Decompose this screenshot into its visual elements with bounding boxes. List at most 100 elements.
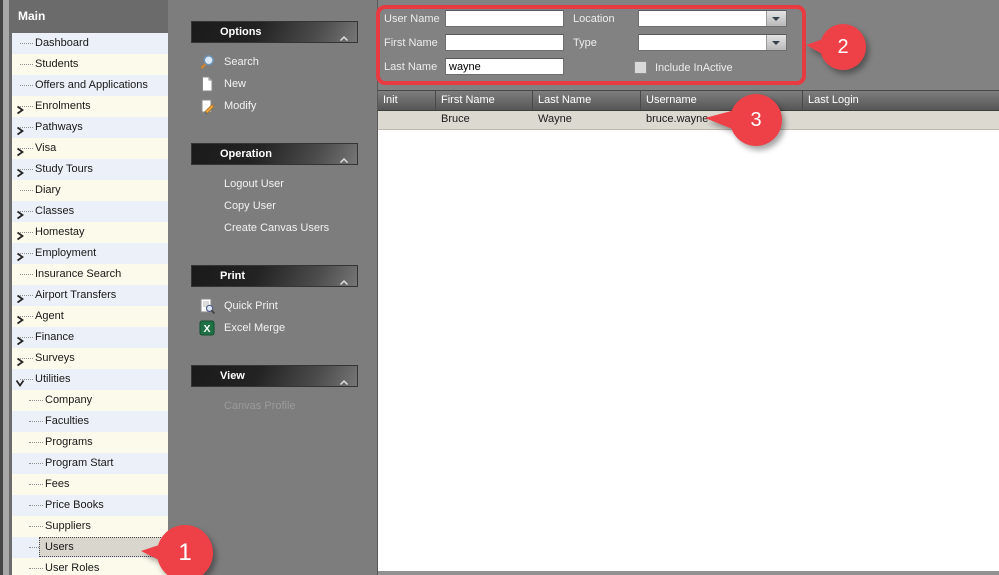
location-value (639, 11, 766, 26)
sidebar-item-offers-and-applications[interactable]: Offers and Applications (12, 75, 168, 96)
sidebar-item-label: Utilities (35, 373, 70, 385)
expand-arrow-icon[interactable] (15, 354, 27, 364)
sidebar-item-label: Airport Transfers (35, 289, 116, 301)
panel-title: Print (220, 270, 245, 282)
action-logout-user[interactable]: Logout User (191, 173, 358, 195)
sidebar-item-pathways[interactable]: Pathways (12, 117, 168, 138)
sidebar-item-diary[interactable]: Diary (12, 180, 168, 201)
search-icon (199, 54, 215, 70)
expand-arrow-icon[interactable] (15, 165, 27, 175)
sidebar-item-homestay[interactable]: Homestay (12, 222, 168, 243)
type-value (639, 35, 766, 50)
tree-connector (29, 484, 43, 485)
sidebar-item-price-books[interactable]: Price Books (12, 495, 168, 516)
type-select[interactable] (638, 34, 787, 51)
action-label: Canvas Profile (224, 400, 296, 412)
sidebar-item-label: Company (45, 394, 92, 406)
sidebar-item-label: Employment (35, 247, 96, 259)
collapse-arrow-icon[interactable] (15, 375, 27, 385)
sidebar-item-employment[interactable]: Employment (12, 243, 168, 264)
expand-arrow-icon[interactable] (15, 144, 27, 154)
callout-number: 2 (820, 24, 866, 70)
panel-options: Options SearchNew Modify (191, 21, 358, 117)
table-row[interactable]: BruceWaynebruce.wayne (378, 111, 999, 130)
tree-connector (29, 463, 43, 464)
column-header-first-name[interactable]: First Name (436, 91, 533, 110)
sidebar-item-dashboard[interactable]: Dashboard (12, 33, 168, 54)
sidebar-item-classes[interactable]: Classes (12, 201, 168, 222)
action-quick-print[interactable]: Quick Print (191, 295, 358, 317)
expand-arrow-icon[interactable] (15, 333, 27, 343)
action-create-canvas-users[interactable]: Create Canvas Users (191, 217, 358, 239)
user-name-input[interactable] (445, 10, 564, 27)
sidebar-item-airport-transfers[interactable]: Airport Transfers (12, 285, 168, 306)
sidebar-item-program-start[interactable]: Program Start (12, 453, 168, 474)
tree-connector (20, 274, 33, 275)
sidebar-item-study-tours[interactable]: Study Tours (12, 159, 168, 180)
action-modify[interactable]: Modify (191, 95, 358, 117)
expand-arrow-icon[interactable] (15, 123, 27, 133)
sidebar-item-label: Agent (35, 310, 64, 322)
expand-arrow-icon[interactable] (15, 102, 27, 112)
expand-arrow-icon[interactable] (15, 228, 27, 238)
sidebar-item-agent[interactable]: Agent (12, 306, 168, 327)
cell-first-name: Bruce (436, 111, 533, 129)
callout-tail (702, 110, 735, 130)
modify-icon (199, 98, 215, 114)
panel-header-view[interactable]: View (191, 365, 358, 387)
app-window: Main Dashboard Students Offers and Applica… (0, 0, 999, 575)
panel-header-options[interactable]: Options (191, 21, 358, 43)
results-rows: BruceWaynebruce.wayne (378, 111, 999, 130)
column-header-init[interactable]: Init (378, 91, 436, 110)
sidebar-title: Main (18, 9, 45, 23)
panel-header-operation[interactable]: Operation (191, 143, 358, 165)
panel-header-print[interactable]: Print (191, 265, 358, 287)
sidebar-item-label: Surveys (35, 352, 75, 364)
callout-number: 1 (157, 525, 213, 575)
sidebar-item-enrolments[interactable]: Enrolments (12, 96, 168, 117)
action-label: Excel Merge (224, 322, 285, 334)
sidebar-item-company[interactable]: Company (12, 390, 168, 411)
panel-items: Logout UserCopy UserCreate Canvas Users (191, 173, 358, 239)
action-label: Modify (224, 100, 256, 112)
sidebar-item-students[interactable]: Students (12, 54, 168, 75)
svg-text:X: X (203, 323, 210, 335)
sidebar-item-label: Fees (45, 478, 69, 490)
last-name-input[interactable] (445, 58, 564, 75)
sidebar-item-label: Diary (35, 184, 61, 196)
expand-arrow-icon[interactable] (15, 249, 27, 259)
sidebar-item-label: Students (35, 58, 78, 70)
sidebar-item-visa[interactable]: Visa (12, 138, 168, 159)
expand-arrow-icon[interactable] (15, 291, 27, 301)
column-header-last-login[interactable]: Last Login (803, 91, 999, 110)
action-label: Quick Print (224, 300, 278, 312)
action-search[interactable]: Search (191, 51, 358, 73)
location-select[interactable] (638, 10, 787, 27)
location-label: Location (573, 13, 615, 25)
action-excel-merge[interactable]: X Excel Merge (191, 317, 358, 339)
panel-title: Operation (220, 148, 272, 160)
dropdown-arrow-icon[interactable] (766, 11, 786, 26)
sidebar-item-finance[interactable]: Finance (12, 327, 168, 348)
first-name-input[interactable] (445, 34, 564, 51)
action-copy-user[interactable]: Copy User (191, 195, 358, 217)
callout-2: 2 (803, 24, 866, 70)
column-header-last-name[interactable]: Last Name (533, 91, 641, 110)
expand-arrow-icon[interactable] (15, 312, 27, 322)
sidebar-item-label: Pathways (35, 121, 83, 133)
sidebar-item-faculties[interactable]: Faculties (12, 411, 168, 432)
dropdown-arrow-icon[interactable] (766, 35, 786, 50)
include-inactive-checkbox[interactable] (634, 61, 647, 74)
sidebar-item-surveys[interactable]: Surveys (12, 348, 168, 369)
sidebar-item-fees[interactable]: Fees (12, 474, 168, 495)
tree-connector (29, 421, 43, 422)
sidebar-item-programs[interactable]: Programs (12, 432, 168, 453)
tree-connector (29, 568, 43, 569)
cell-last-login (803, 111, 999, 129)
type-label: Type (573, 37, 597, 49)
action-new[interactable]: New (191, 73, 358, 95)
expand-arrow-icon[interactable] (15, 207, 27, 217)
results-header: InitFirst NameLast NameUsernameLast Logi… (378, 90, 999, 111)
sidebar-item-utilities[interactable]: Utilities (12, 369, 168, 390)
sidebar-item-insurance-search[interactable]: Insurance Search (12, 264, 168, 285)
